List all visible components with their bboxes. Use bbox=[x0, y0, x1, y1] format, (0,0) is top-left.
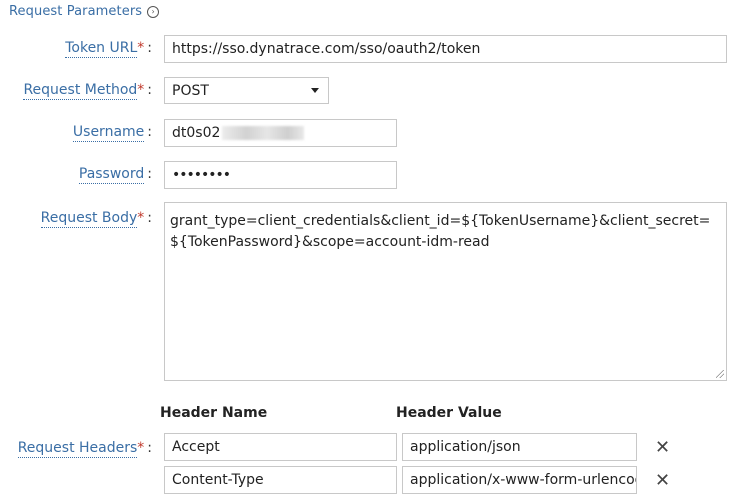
required-mark: * bbox=[137, 440, 145, 456]
username-input[interactable]: dt0s02 bbox=[164, 119, 397, 147]
chevron-down-icon bbox=[311, 88, 319, 93]
info-circle-icon[interactable]: › bbox=[147, 5, 160, 18]
token-url-label: Token URL*: bbox=[65, 40, 152, 58]
header-name-input[interactable]: Accept bbox=[164, 433, 397, 461]
token-url-label-text: Token URL bbox=[65, 40, 138, 58]
header-value-column: Header Value bbox=[396, 405, 502, 421]
header-value-input[interactable]: application/json bbox=[402, 433, 637, 461]
required-mark: * bbox=[137, 82, 145, 98]
label-colon: : bbox=[147, 166, 152, 182]
username-label-text: Username bbox=[72, 124, 145, 142]
request-body-label: Request Body*: bbox=[40, 210, 152, 228]
header-name-value: Accept bbox=[172, 439, 220, 455]
label-colon: : bbox=[147, 210, 152, 226]
close-icon[interactable]: ✕ bbox=[655, 472, 670, 490]
header-name-column: Header Name bbox=[160, 405, 268, 421]
label-colon: : bbox=[147, 40, 152, 56]
label-colon: : bbox=[147, 124, 152, 140]
header-value-value: application/x-www-form-urlencoded bbox=[410, 472, 637, 488]
username-label: Username: bbox=[72, 124, 152, 142]
request-body-value: grant_type=client_credentials&client_id=… bbox=[170, 213, 711, 250]
header-value-value: application/json bbox=[410, 439, 521, 455]
token-url-input[interactable]: https://sso.dynatrace.com/sso/oauth2/tok… bbox=[164, 35, 727, 63]
required-mark: * bbox=[137, 40, 145, 56]
close-icon[interactable]: ✕ bbox=[655, 439, 670, 457]
password-input[interactable]: •••••••• bbox=[164, 161, 397, 189]
resize-grip-icon[interactable] bbox=[716, 370, 724, 378]
header-name-input[interactable]: Content-Type bbox=[164, 466, 397, 494]
label-colon: : bbox=[147, 440, 152, 456]
section-title-text: Request Parameters bbox=[9, 4, 143, 19]
section-title: Request Parameters › bbox=[9, 4, 160, 19]
request-method-label: Request Method*: bbox=[23, 82, 152, 100]
request-method-label-text: Request Method bbox=[23, 82, 138, 100]
redacted-blur bbox=[222, 126, 305, 140]
label-colon: : bbox=[147, 82, 152, 98]
token-url-value: https://sso.dynatrace.com/sso/oauth2/tok… bbox=[172, 41, 481, 57]
header-name-value: Content-Type bbox=[172, 472, 264, 488]
header-value-input[interactable]: application/x-www-form-urlencoded bbox=[402, 466, 637, 494]
required-mark: * bbox=[137, 210, 145, 226]
request-method-value: POST bbox=[172, 82, 209, 99]
password-label: Password: bbox=[78, 166, 152, 184]
username-value: dt0s02 bbox=[172, 125, 221, 141]
password-label-text: Password bbox=[78, 166, 145, 184]
request-body-textarea[interactable]: grant_type=client_credentials&client_id=… bbox=[164, 202, 727, 381]
request-headers-label-text: Request Headers bbox=[17, 440, 138, 458]
request-body-label-text: Request Body bbox=[40, 210, 138, 228]
request-method-select[interactable]: POST bbox=[164, 77, 329, 104]
password-value: •••••••• bbox=[172, 167, 231, 183]
request-headers-label: Request Headers*: bbox=[17, 440, 152, 458]
